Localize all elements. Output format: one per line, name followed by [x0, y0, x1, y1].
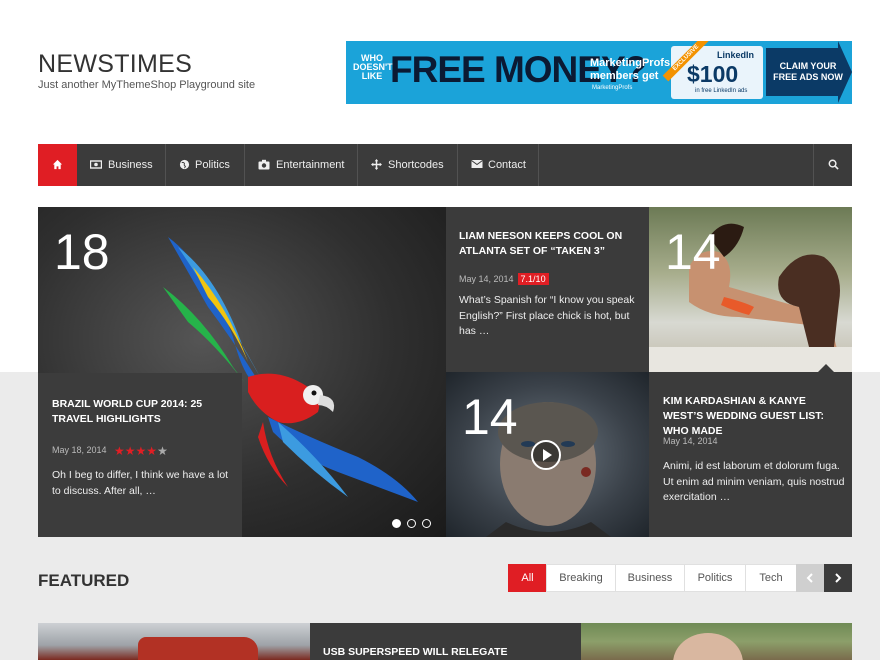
ad-in-ads: in free LinkedIn ads: [695, 88, 748, 94]
nav-item-business[interactable]: Business: [77, 144, 166, 186]
liam-post-title[interactable]: LIAM NEESON KEEPS COOL ON ATLANTA SET OF…: [459, 229, 634, 259]
portrait-image: [673, 633, 743, 660]
nav-label-shortcodes: Shortcodes: [388, 159, 444, 171]
tab-breaking[interactable]: Breaking: [546, 564, 616, 592]
star-icon: ★: [114, 444, 125, 458]
slider-post-date: May 18, 2014: [52, 445, 107, 455]
tab-tech[interactable]: Tech: [745, 564, 797, 592]
tab-all[interactable]: All: [508, 564, 547, 592]
nav-label-entertainment: Entertainment: [276, 159, 345, 171]
nav-item-shortcodes[interactable]: Shortcodes: [358, 144, 458, 186]
kim-card-pointer: [818, 364, 834, 372]
video-tile[interactable]: 14: [446, 372, 649, 537]
nav-label-politics: Politics: [195, 159, 230, 171]
kim-post-excerpt: Animi, id est laborum et dolorum fuga. U…: [663, 460, 845, 503]
ad-cta[interactable]: CLAIM YOUR FREE ADS NOW: [770, 61, 846, 83]
featured-prev-button[interactable]: [796, 564, 824, 592]
star-icon: ★: [135, 444, 147, 458]
nav-home-button[interactable]: [38, 144, 77, 186]
star-icon: ★: [124, 444, 136, 458]
ad-brand-small: MarketingProfs: [592, 85, 633, 91]
featured-slider[interactable]: 18 BRAZIL WORLD CUP 2014: 25 TRAVEL HIGH…: [38, 207, 446, 537]
nav-item-politics[interactable]: Politics: [166, 144, 245, 186]
car-image: [138, 637, 258, 660]
site-title[interactable]: NEWSTIMES: [38, 50, 192, 79]
nav-label-business: Business: [108, 159, 153, 171]
globe-icon: [179, 159, 190, 170]
post-tile-kim[interactable]: KIM KARDASHIAN & KANYE WEST’S WEDDING GU…: [649, 372, 852, 537]
post-tile-kim-image[interactable]: 14: [649, 207, 852, 372]
nav-label-contact: Contact: [488, 159, 526, 171]
liam-post-excerpt: What’s Spanish for “I know you speak Eng…: [459, 294, 635, 337]
play-button[interactable]: [531, 440, 561, 470]
ad-brand: MarketingProfs members get: [590, 57, 670, 83]
tab-business[interactable]: Business: [615, 564, 685, 592]
ad-offer-card: EXCLUSIVE LinkedIn $100 in free LinkedIn…: [662, 41, 763, 99]
home-icon: [52, 159, 63, 170]
slider-dot-2[interactable]: [407, 519, 416, 528]
ad-amount: $100: [687, 61, 739, 87]
ad-who-text: WHO DOESN'T LIKE: [353, 53, 393, 81]
ad-brand-line2: members get: [590, 70, 659, 82]
search-icon: [828, 159, 839, 170]
featured-post-usb[interactable]: USB SUPERSPEED WILL RELEGATE: [310, 623, 581, 660]
star-icon: ★: [146, 444, 158, 458]
video-number: 14: [462, 389, 518, 445]
featured-next-button[interactable]: [824, 564, 852, 592]
slider-pagination: [392, 515, 437, 533]
slider-post-excerpt: Oh I beg to differ, I think we have a lo…: [52, 469, 229, 497]
rating-stars: ★★★★★: [114, 444, 168, 458]
featured-post-portrait-image[interactable]: [581, 623, 852, 660]
post-tile-liam[interactable]: LIAM NEESON KEEPS COOL ON ATLANTA SET OF…: [446, 207, 649, 372]
star-empty-icon: ★: [157, 444, 168, 458]
featured-heading: FEATURED: [38, 571, 130, 590]
main-nav: Business Politics Entertainment Shortcod…: [38, 144, 852, 186]
kim-post-title[interactable]: KIM KARDASHIAN & KANYE WEST’S WEDDING GU…: [663, 394, 843, 439]
featured-post-car-image[interactable]: [38, 623, 310, 660]
nav-search-button[interactable]: [813, 144, 852, 186]
liam-post-score: 7.1/10: [517, 273, 549, 285]
chevron-right-icon: [835, 573, 842, 583]
liam-post-date: May 14, 2014: [459, 274, 514, 284]
move-icon: [371, 159, 382, 170]
slider-dot-3[interactable]: [422, 519, 431, 528]
site-tagline: Just another MyThemeShop Playground site: [38, 79, 256, 91]
camera-icon: [258, 159, 270, 170]
slider-post-card[interactable]: BRAZIL WORLD CUP 2014: 25 TRAVEL HIGHLIG…: [38, 373, 242, 537]
slider-number: 18: [54, 224, 110, 280]
money-icon: [90, 160, 102, 169]
slider-dot-1[interactable]: [392, 519, 401, 528]
ad-linkedin-logo: LinkedIn: [717, 50, 755, 60]
envelope-icon: [471, 160, 483, 168]
kim-image-number: 14: [665, 224, 721, 280]
chevron-left-icon: [806, 573, 813, 583]
slider-post-title[interactable]: BRAZIL WORLD CUP 2014: 25 TRAVEL HIGHLIG…: [52, 397, 212, 427]
nav-item-entertainment[interactable]: Entertainment: [245, 144, 358, 186]
tab-politics[interactable]: Politics: [684, 564, 746, 592]
ad-brand-line1: MarketingProfs: [590, 57, 671, 69]
nav-item-contact[interactable]: Contact: [458, 144, 539, 186]
header-ad-banner[interactable]: WHO DOESN'T LIKE FREE MONEY? MarketingPr…: [346, 41, 852, 104]
liam-post-meta: May 14, 2014 7.1/10: [459, 269, 549, 287]
featured-post-usb-title[interactable]: USB SUPERSPEED WILL RELEGATE: [323, 645, 508, 660]
kim-post-date: May 14, 2014: [663, 436, 718, 446]
